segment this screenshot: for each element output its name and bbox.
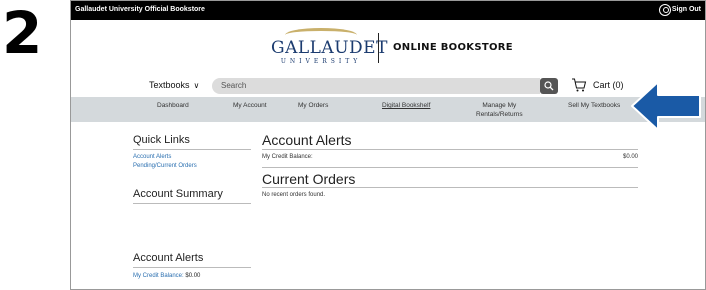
account-alerts-heading: Account Alerts [262, 132, 352, 148]
divider [133, 267, 251, 268]
logo-divider [378, 33, 379, 63]
cart-label: Cart (0) [593, 80, 624, 90]
user-icon[interactable] [659, 4, 671, 16]
nav-dashboard[interactable]: Dashboard [157, 102, 189, 111]
credit-balance-row: My Credit Balance: $0.00 [262, 154, 638, 164]
step-number: 2 [2, 0, 43, 67]
sidebar-credit-balance: My Credit Balance: $0.00 [133, 273, 200, 279]
search-button[interactable] [540, 78, 558, 94]
no-orders-message: No recent orders found. [262, 192, 326, 198]
gallaudet-logo[interactable]: GALLAUDET UNIVERSITY [271, 28, 388, 68]
credit-balance-label: My Credit Balance: [262, 154, 313, 160]
sign-out-link[interactable]: Sign Out [672, 6, 701, 13]
search-placeholder: Search [221, 81, 247, 90]
nav-my-orders[interactable]: My Orders [298, 102, 328, 111]
logo-name: GALLAUDET [271, 38, 388, 58]
arrow-left-icon [631, 81, 701, 131]
divider [133, 203, 251, 204]
nav-manage-rentals-line2: Rentals/Returns [476, 110, 523, 118]
nav-bar: Dashboard My Account My Orders Digital B… [71, 97, 705, 122]
logo-subtitle: UNIVERSITY [280, 58, 362, 65]
current-orders-heading: Current Orders [262, 171, 356, 187]
sidebar-alerts-title: Account Alerts [133, 252, 204, 264]
account-summary-title: Account Summary [133, 188, 223, 200]
store-name: Gallaudet University Official Bookstore [75, 6, 205, 13]
page: 2 Gallaudet University Official Bookstor… [0, 0, 706, 290]
quick-links-title: Quick Links [133, 134, 190, 146]
nav-manage-rentals[interactable]: Manage My Rentals/Returns [476, 102, 523, 120]
top-bar: Gallaudet University Official Bookstore … [71, 1, 705, 20]
sidebar-credit-value: $0.00 [185, 273, 201, 279]
quick-link-orders[interactable]: Pending/Current Orders [133, 163, 197, 169]
textbooks-label: Textbooks [149, 80, 190, 90]
divider [262, 187, 638, 188]
search-input[interactable]: Search [212, 78, 540, 94]
sidebar-credit-label[interactable]: My Credit Balance: [133, 273, 184, 279]
quick-link-account-alerts[interactable]: Account Alerts [133, 154, 171, 160]
divider [133, 149, 251, 150]
search-icon [544, 81, 554, 91]
credit-balance-value: $0.00 [622, 154, 638, 160]
browser-frame: Gallaudet University Official Bookstore … [70, 0, 706, 290]
nav-manage-rentals-line1: Manage My [482, 102, 517, 109]
nav-my-account[interactable]: My Account [233, 102, 267, 111]
nav-sell-textbooks[interactable]: Sell My Textbooks [568, 102, 620, 111]
textbooks-dropdown[interactable]: Textbooks ∨ [149, 80, 199, 90]
divider [262, 167, 638, 168]
chevron-down-icon: ∨ [193, 81, 200, 90]
divider [262, 149, 638, 150]
nav-digital-bookshelf[interactable]: Digital Bookshelf [382, 102, 430, 111]
cart-icon [572, 78, 587, 92]
search-row: Textbooks ∨ Search Cart (0) [71, 76, 705, 96]
logo-tagline: ONLINE BOOKSTORE [393, 42, 513, 53]
